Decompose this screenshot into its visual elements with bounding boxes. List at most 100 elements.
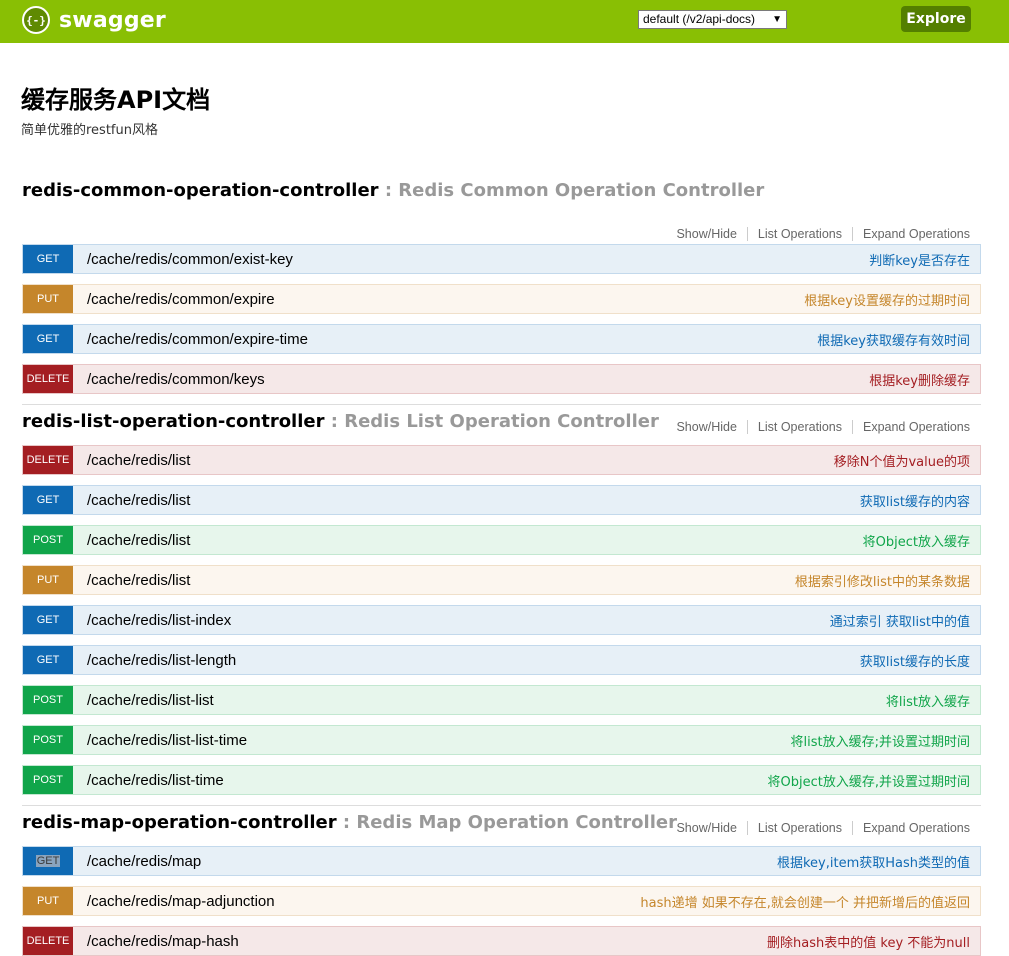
resource-divider: [22, 805, 981, 806]
operation-row[interactable]: POST/cache/redis/list-list 将list放入缓存: [22, 685, 981, 715]
operation-row[interactable]: GET/cache/redis/map 根据key,item获取Hash类型的值: [22, 846, 981, 876]
operation-summary[interactable]: 通过索引 获取list中的值: [830, 611, 980, 630]
resource-description: Redis List Operation Controller: [344, 411, 659, 432]
operation-path[interactable]: /cache/redis/list: [73, 572, 795, 589]
page-title: 缓存服务API文档: [21, 86, 211, 114]
resource-separator: :: [324, 411, 345, 432]
method-badge-post[interactable]: POST: [23, 726, 73, 754]
operation-summary[interactable]: 根据key删除缓存: [869, 370, 980, 389]
operation-summary[interactable]: 根据key获取缓存有效时间: [817, 330, 980, 349]
operation-summary[interactable]: 根据key,item获取Hash类型的值: [777, 852, 980, 871]
operation-row[interactable]: GET/cache/redis/list-index 通过索引 获取list中的值: [22, 605, 981, 635]
operation-path[interactable]: /cache/redis/common/expire: [73, 291, 804, 308]
operation-row[interactable]: GET/cache/redis/list-length 获取list缓存的长度: [22, 645, 981, 675]
page-description: 简单优雅的restfun风格: [21, 123, 158, 138]
operation-path[interactable]: /cache/redis/list: [73, 452, 834, 469]
resource-actions: Show/Hide List Operations Expand Operation…: [666, 420, 970, 438]
resource-description: Redis Common Operation Controller: [398, 180, 765, 201]
operation-path[interactable]: /cache/redis/list-time: [73, 772, 768, 789]
swagger-logo-text: swagger: [59, 7, 166, 33]
resource-heading[interactable]: redis-map-operation-controller : Redis M…: [22, 812, 677, 838]
list-operations-link[interactable]: List Operations: [747, 420, 853, 434]
api-spec-select[interactable]: default (/v2/api-docs) ▼: [638, 10, 787, 29]
method-badge-get[interactable]: GET: [23, 325, 73, 353]
show-hide-link[interactable]: Show/Hide: [666, 821, 748, 835]
resource-description: Redis Map Operation Controller: [356, 812, 677, 833]
operation-row[interactable]: PUT/cache/redis/map-adjunction hash递增 如果不…: [22, 886, 981, 916]
method-badge-post[interactable]: POST: [23, 686, 73, 714]
operation-row[interactable]: DELETE/cache/redis/common/keys 根据key删除缓存: [22, 364, 981, 394]
expand-operations-link[interactable]: Expand Operations: [853, 821, 970, 835]
api-spec-select-value: default (/v2/api-docs): [643, 12, 756, 26]
operation-path[interactable]: /cache/redis/list-list: [73, 692, 886, 709]
resource-heading[interactable]: redis-common-operation-controller : Redi…: [22, 180, 764, 206]
operation-path[interactable]: /cache/redis/map: [73, 853, 777, 870]
operation-path[interactable]: /cache/redis/list-index: [73, 612, 830, 629]
operation-path[interactable]: /cache/redis/map-adjunction: [73, 893, 640, 910]
show-hide-link[interactable]: Show/Hide: [666, 420, 748, 434]
method-badge-get[interactable]: GET: [23, 646, 73, 674]
operation-row[interactable]: DELETE/cache/redis/list 移除N个值为value的项: [22, 445, 981, 475]
operation-summary[interactable]: 将list放入缓存: [886, 691, 980, 710]
resource-separator: :: [336, 812, 357, 833]
method-badge-put[interactable]: PUT: [23, 887, 73, 915]
operation-summary[interactable]: 将Object放入缓存: [863, 531, 980, 550]
operation-path[interactable]: /cache/redis/list: [73, 532, 863, 549]
show-hide-link[interactable]: Show/Hide: [666, 227, 748, 241]
chevron-down-icon: ▼: [772, 14, 782, 25]
operation-path[interactable]: /cache/redis/list-list-time: [73, 732, 791, 749]
operation-path[interactable]: /cache/redis/map-hash: [73, 933, 767, 950]
operation-row[interactable]: POST/cache/redis/list-list-time 将list放入缓存…: [22, 725, 981, 755]
resource-actions: Show/Hide List Operations Expand Operation…: [666, 821, 970, 839]
operation-row[interactable]: GET/cache/redis/common/exist-key 判断key是否存…: [22, 244, 981, 274]
explore-button[interactable]: Explore: [901, 6, 971, 32]
swagger-logo[interactable]: {-} swagger: [22, 5, 166, 35]
operation-path[interactable]: /cache/redis/list-length: [73, 652, 860, 669]
operation-row[interactable]: GET/cache/redis/common/expire-time 根据key获…: [22, 324, 981, 354]
resource-separator: :: [378, 180, 399, 201]
operation-path[interactable]: /cache/redis/common/exist-key: [73, 251, 869, 268]
operation-summary[interactable]: 删除hash表中的值 key 不能为null: [767, 932, 980, 951]
swagger-logo-icon: {-}: [22, 6, 50, 34]
operation-summary[interactable]: 将list放入缓存;并设置过期时间: [791, 731, 980, 750]
method-badge-text: GET: [35, 855, 61, 867]
expand-operations-link[interactable]: Expand Operations: [853, 227, 970, 241]
operation-row[interactable]: DELETE/cache/redis/map-hash 删除hash表中的值 ke…: [22, 926, 981, 956]
operation-summary[interactable]: 判断key是否存在: [869, 250, 980, 269]
resource-name[interactable]: redis-list-operation-controller: [22, 411, 324, 432]
method-badge-get[interactable]: GET: [23, 245, 73, 273]
method-badge-put[interactable]: PUT: [23, 566, 73, 594]
method-badge-delete[interactable]: DELETE: [23, 927, 73, 955]
operation-summary[interactable]: 获取list缓存的内容: [860, 491, 980, 510]
operation-path[interactable]: /cache/redis/list: [73, 492, 860, 509]
method-badge-post[interactable]: POST: [23, 526, 73, 554]
operation-row[interactable]: POST/cache/redis/list-time 将Object放入缓存,并设…: [22, 765, 981, 795]
operation-path[interactable]: /cache/redis/common/keys: [73, 371, 869, 388]
resource-heading[interactable]: redis-list-operation-controller : Redis …: [22, 411, 659, 437]
method-badge-get[interactable]: GET: [23, 486, 73, 514]
method-badge-post[interactable]: POST: [23, 766, 73, 794]
resource-name[interactable]: redis-common-operation-controller: [22, 180, 379, 201]
operation-row[interactable]: POST/cache/redis/list 将Object放入缓存: [22, 525, 981, 555]
resource-actions: Show/Hide List Operations Expand Operation…: [666, 227, 970, 245]
list-operations-link[interactable]: List Operations: [747, 227, 853, 241]
operation-summary[interactable]: 获取list缓存的长度: [860, 651, 980, 670]
operation-summary[interactable]: 将Object放入缓存,并设置过期时间: [768, 771, 980, 790]
list-operations-link[interactable]: List Operations: [747, 821, 853, 835]
method-badge-put[interactable]: PUT: [23, 285, 73, 313]
resource-divider: [22, 404, 981, 405]
method-badge-get[interactable]: GET: [23, 606, 73, 634]
expand-operations-link[interactable]: Expand Operations: [853, 420, 970, 434]
operation-summary[interactable]: hash递增 如果不存在,就会创建一个 并把新增后的值返回: [640, 892, 980, 911]
method-badge-delete[interactable]: DELETE: [23, 365, 73, 393]
operation-path[interactable]: /cache/redis/common/expire-time: [73, 331, 817, 348]
operation-row[interactable]: PUT/cache/redis/list 根据索引修改list中的某条数据: [22, 565, 981, 595]
operation-summary[interactable]: 根据索引修改list中的某条数据: [795, 571, 980, 590]
operation-summary[interactable]: 移除N个值为value的项: [834, 451, 980, 470]
operation-row[interactable]: GET/cache/redis/list 获取list缓存的内容: [22, 485, 981, 515]
method-badge-get[interactable]: GET: [23, 847, 73, 875]
operation-row[interactable]: PUT/cache/redis/common/expire 根据key设置缓存的过…: [22, 284, 981, 314]
method-badge-delete[interactable]: DELETE: [23, 446, 73, 474]
operation-summary[interactable]: 根据key设置缓存的过期时间: [804, 290, 980, 309]
resource-name[interactable]: redis-map-operation-controller: [22, 812, 337, 833]
